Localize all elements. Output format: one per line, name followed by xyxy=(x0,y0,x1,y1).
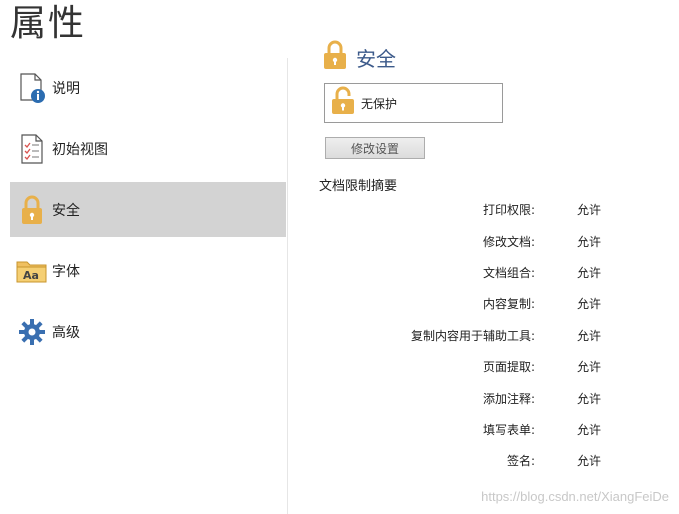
restriction-label: 复制内容用于辅助工具: xyxy=(410,328,535,343)
restriction-value: 允许 xyxy=(577,297,602,312)
security-status-text: 无保护 xyxy=(361,96,398,111)
restriction-label: 打印权限: xyxy=(482,203,535,218)
restriction-value: 允许 xyxy=(577,234,602,249)
sidebar-item-label: 安全 xyxy=(52,202,80,219)
restriction-row: 打印权限: 允许 xyxy=(380,194,640,225)
sidebar-item-security[interactable]: 安全 xyxy=(10,182,286,237)
restriction-row: 复制内容用于辅助工具: 允许 xyxy=(380,320,640,351)
restriction-value: 允许 xyxy=(577,422,602,437)
sidebar-item-description[interactable]: 说明 xyxy=(10,60,286,115)
restriction-value: 允许 xyxy=(577,328,602,343)
restriction-row: 修改文档: 允许 xyxy=(380,225,640,256)
restriction-label: 修改文档: xyxy=(482,234,535,249)
restriction-label: 签名: xyxy=(506,454,535,469)
restriction-row: 填写表单: 允许 xyxy=(380,414,640,445)
restriction-row: 签名: 允许 xyxy=(380,445,640,476)
page-title: 属性 xyxy=(10,3,87,44)
initial-view-checklist-icon xyxy=(16,133,48,165)
vertical-divider xyxy=(287,58,288,514)
sidebar-item-fonts[interactable]: Aa 字体 xyxy=(10,243,286,298)
restriction-label: 页面提取: xyxy=(482,360,535,375)
security-header: 安全 xyxy=(322,40,396,74)
sidebar-item-label: 说明 xyxy=(52,80,80,97)
sidebar-item-label: 高级 xyxy=(52,324,80,341)
restriction-value: 允许 xyxy=(577,454,602,469)
restriction-row: 文档组合: 允许 xyxy=(380,257,640,288)
restriction-value: 允许 xyxy=(577,391,602,406)
sidebar-item-advanced[interactable]: 高级 xyxy=(10,304,286,359)
sidebar: 说明 初始视图 安全 Aa 字体 高级 xyxy=(10,60,286,365)
sidebar-item-initial-view[interactable]: 初始视图 xyxy=(10,121,286,176)
restrictions-summary-table: 打印权限: 允许 修改文档: 允许 文档组合: 允许 内容复制: 允许 复制内容… xyxy=(380,194,640,477)
security-status-box: 无保护 xyxy=(324,83,503,123)
svg-text:Aa: Aa xyxy=(23,269,39,282)
restriction-label: 填写表单: xyxy=(482,422,535,437)
restriction-row: 添加注释: 允许 xyxy=(380,382,640,413)
security-title: 安全 xyxy=(356,46,396,71)
lock-icon xyxy=(322,40,348,74)
description-info-icon xyxy=(16,72,48,104)
restriction-row: 页面提取: 允许 xyxy=(380,351,640,382)
restriction-label: 文档组合: xyxy=(482,265,535,280)
gear-icon xyxy=(16,316,48,348)
restriction-row: 内容复制: 允许 xyxy=(380,288,640,319)
sidebar-item-label: 字体 xyxy=(52,263,80,280)
restriction-value: 允许 xyxy=(577,265,602,280)
restriction-label: 添加注释: xyxy=(482,391,535,406)
sidebar-item-label: 初始视图 xyxy=(52,141,108,158)
unlocked-icon xyxy=(331,86,355,120)
restriction-value: 允许 xyxy=(577,360,602,375)
restriction-value: 允许 xyxy=(577,203,602,218)
font-folder-icon: Aa xyxy=(16,255,48,287)
watermark-url: https://blog.csdn.net/XiangFeiDe xyxy=(481,489,669,504)
lock-icon xyxy=(16,194,48,226)
change-settings-button[interactable]: 修改设置 xyxy=(325,137,425,159)
restriction-label: 内容复制: xyxy=(482,297,535,312)
restrictions-summary-title: 文档限制摘要 xyxy=(319,179,398,194)
